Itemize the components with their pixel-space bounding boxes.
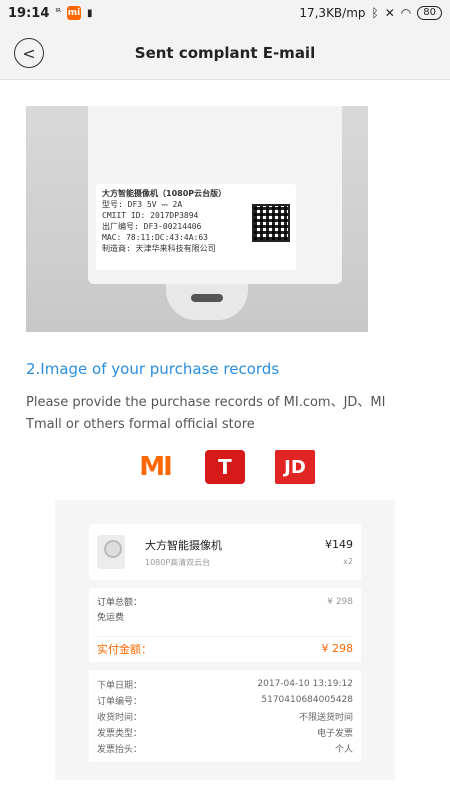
detail-row: 下单日期： 2017-04-10 13:19:12 (97, 676, 353, 692)
jd-logo: JD (275, 450, 315, 484)
detail-label: 发票类型： (97, 728, 143, 739)
detail-row: 收货时间： 不限送货时间 (97, 708, 353, 724)
app-header: < Sent complant E-mail (0, 26, 450, 80)
summary-paid-row: 实付金额： ¥ 298 (97, 636, 353, 656)
storage-icon: ▮ (87, 7, 93, 19)
detail-value: 不限送货时间 (298, 712, 353, 723)
mute-icon: ✕ (384, 6, 395, 20)
label-line-1: 大方智能摄像机（1080P云台版） (102, 189, 227, 198)
purchase-record-screenshot: 大方智能摄像机 1080P高清双云台 ¥149 x2 订单总额： ¥ 298 免… (55, 500, 395, 780)
label-line-6: 制造商: 天津华来科技有限公司 (102, 244, 216, 253)
mi-logo: MI (139, 452, 173, 482)
summary-total-row: 订单总额： ¥ 298 (97, 594, 353, 609)
detail-label: 订单编号： (97, 696, 143, 707)
qr-code-icon (252, 204, 290, 242)
order-product-row: 大方智能摄像机 1080P高清双云台 ¥149 x2 (89, 524, 361, 580)
page-title: Sent complant E-mail (134, 43, 316, 62)
product-info: 大方智能摄像机 1080P高清双云台 (145, 537, 325, 568)
total-value: ¥ 298 (327, 596, 353, 607)
detail-label: 收货时间： (97, 712, 143, 723)
order-summary: 订单总额： ¥ 298 免运费 实付金额： ¥ 298 (89, 588, 361, 662)
device-nameplate: 大方智能摄像机（1080P云台版） 型号: DF3 5V ⎓ 2A CMIIT … (96, 184, 296, 270)
product-price-block: ¥149 x2 (325, 538, 353, 566)
status-time: 19:14 (8, 5, 50, 21)
detail-value: 5170410684005428 (261, 695, 353, 705)
paid-label: 实付金额： (97, 642, 152, 656)
detail-row: 发票抬头： 个人 (97, 740, 353, 756)
summary-shipping-row: 免运费 (97, 609, 353, 624)
usb-port (191, 294, 223, 302)
detail-value: 2017-04-10 13:19:12 (257, 679, 353, 689)
battery-indicator: 80 (417, 6, 442, 20)
product-thumbnail (97, 535, 125, 569)
mi-app-icon: mi (67, 6, 81, 20)
product-quantity: x2 (343, 557, 353, 566)
status-left: 19:14 ᴵᴿ mi ▮ (8, 6, 93, 21)
section-heading: 2.Image of your purchase records (26, 360, 280, 378)
detail-row: 发票类型： 电子发票 (97, 724, 353, 740)
network-speed: 17,3KB/mp (299, 6, 366, 20)
ir-icon: ᴵᴿ (55, 8, 61, 18)
store-logos: MI T JD (26, 450, 424, 484)
back-button[interactable]: < (14, 38, 44, 68)
paid-value: ¥ 298 (321, 642, 354, 655)
detail-row: 订单编号： 5170410684005428 (97, 692, 353, 708)
product-name: 大方智能摄像机 (145, 538, 222, 552)
detail-value: 电子发票 (316, 728, 353, 739)
bluetooth-icon: ᛒ (371, 6, 379, 20)
order-details: 下单日期： 2017-04-10 13:19:12 订单编号： 51704106… (89, 670, 361, 762)
camera-base (166, 284, 248, 320)
detail-label: 发票抬头： (97, 744, 143, 755)
section-description: Please provide the purchase records of M… (26, 395, 386, 432)
status-bar: 19:14 ᴵᴿ mi ▮ 17,3KB/mp ᛒ ✕ ◠ 80 (0, 0, 450, 26)
detail-value: 个人 (334, 744, 353, 755)
chevron-left-icon: < (22, 43, 36, 63)
product-subtitle: 1080P高清双云台 (145, 557, 211, 567)
main-content: 大方智能摄像机（1080P云台版） 型号: DF3 5V ⎓ 2A CMIIT … (0, 80, 450, 484)
total-label: 订单总额： (97, 598, 143, 608)
device-label-photo: 大方智能摄像机（1080P云台版） 型号: DF3 5V ⎓ 2A CMIIT … (26, 106, 368, 332)
product-price: ¥149 (325, 538, 353, 551)
detail-label: 下单日期： (97, 680, 143, 691)
status-right: 17,3KB/mp ᛒ ✕ ◠ 80 (299, 6, 442, 20)
tmall-logo: T (205, 450, 245, 484)
wifi-icon: ◠ (400, 6, 412, 20)
shipping-label: 免运费 (97, 613, 125, 623)
